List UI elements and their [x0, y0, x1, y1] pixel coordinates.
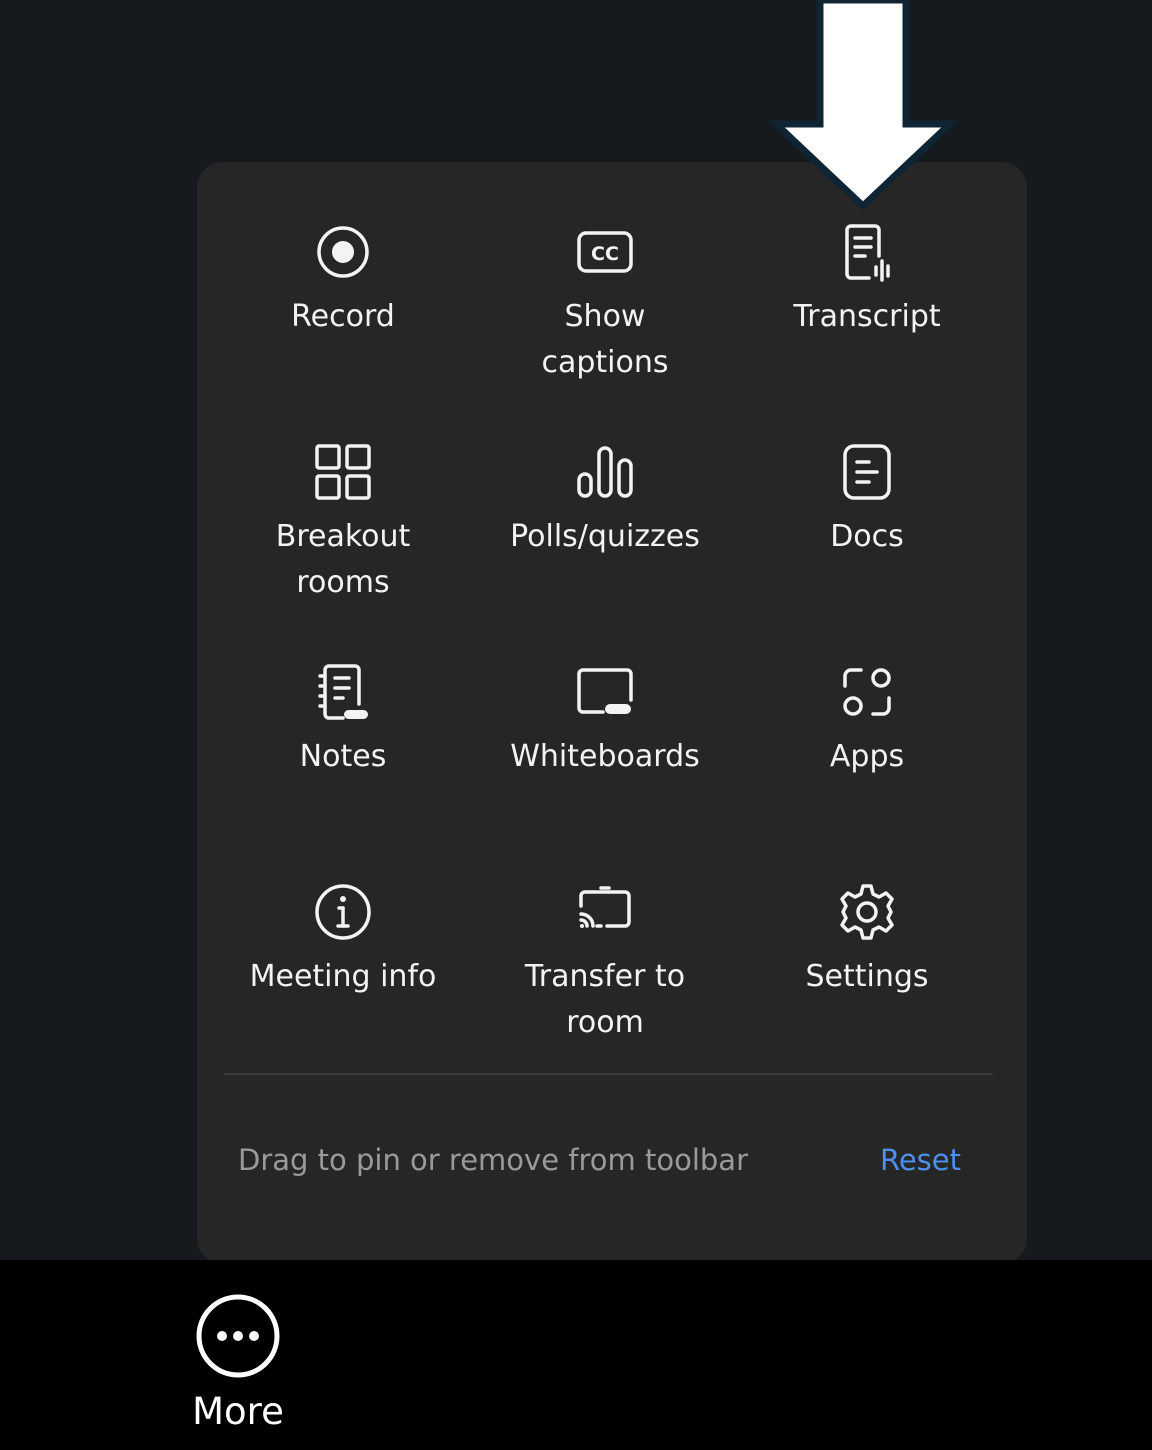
menu-item-label: Meeting info	[249, 959, 437, 994]
gear-icon	[835, 880, 899, 944]
meeting-toolbar: t More	[0, 1260, 1152, 1450]
menu-item-transcript[interactable]: Transcript	[747, 220, 987, 340]
grid-icon	[311, 440, 375, 504]
menu-item-label: Notes	[299, 739, 387, 774]
bar-chart-icon	[573, 440, 637, 504]
menu-item-whiteboards[interactable]: Whiteboards	[485, 660, 725, 780]
menu-item-breakout-rooms[interactable]: Breakout rooms	[223, 440, 463, 606]
menu-item-record[interactable]: Record	[223, 220, 463, 340]
menu-item-label: Transfer to room	[524, 959, 686, 1040]
menu-item-label: Record	[291, 299, 395, 334]
svg-text:CC: CC	[591, 243, 619, 265]
more-menu-panel: Record CC Show captions Transcript Break…	[197, 162, 1027, 1264]
down-arrow-annotation	[768, 0, 958, 211]
menu-item-docs[interactable]: Docs	[747, 440, 987, 560]
menu-item-show-captions[interactable]: CC Show captions	[485, 220, 725, 386]
cast-icon	[573, 880, 637, 944]
record-icon	[311, 220, 375, 284]
menu-item-meeting-info[interactable]: Meeting info	[223, 880, 463, 1000]
menu-item-label: Whiteboards	[510, 739, 700, 774]
menu-item-settings[interactable]: Settings	[747, 880, 987, 1000]
reset-button[interactable]: Reset	[880, 1138, 961, 1182]
more-label: More	[192, 1390, 284, 1433]
menu-item-label: Breakout rooms	[275, 519, 411, 600]
menu-item-label: Docs	[830, 519, 904, 554]
menu-item-label: Apps	[829, 739, 905, 774]
info-icon	[311, 880, 375, 944]
more-icon	[196, 1294, 280, 1378]
menu-item-label: Transcript	[793, 299, 941, 334]
menu-item-label: Settings	[805, 959, 929, 994]
document-icon	[835, 440, 899, 504]
menu-item-notes[interactable]: Notes	[223, 660, 463, 780]
menu-item-apps[interactable]: Apps	[747, 660, 987, 780]
menu-divider	[223, 1073, 993, 1075]
cc-icon: CC	[573, 220, 637, 284]
whiteboard-icon	[573, 660, 637, 724]
menu-item-transfer-to-room[interactable]: Transfer to room	[485, 880, 725, 1046]
more-button[interactable]: More	[168, 1292, 308, 1434]
notebook-icon	[311, 660, 375, 724]
transcript-icon	[835, 220, 899, 284]
menu-item-label: Show captions	[541, 299, 669, 380]
apps-icon	[835, 660, 899, 724]
drag-hint-text: Drag to pin or remove from toolbar	[238, 1143, 748, 1177]
menu-item-polls-quizzes[interactable]: Polls/quizzes	[485, 440, 725, 560]
menu-item-label: Polls/quizzes	[510, 519, 700, 554]
